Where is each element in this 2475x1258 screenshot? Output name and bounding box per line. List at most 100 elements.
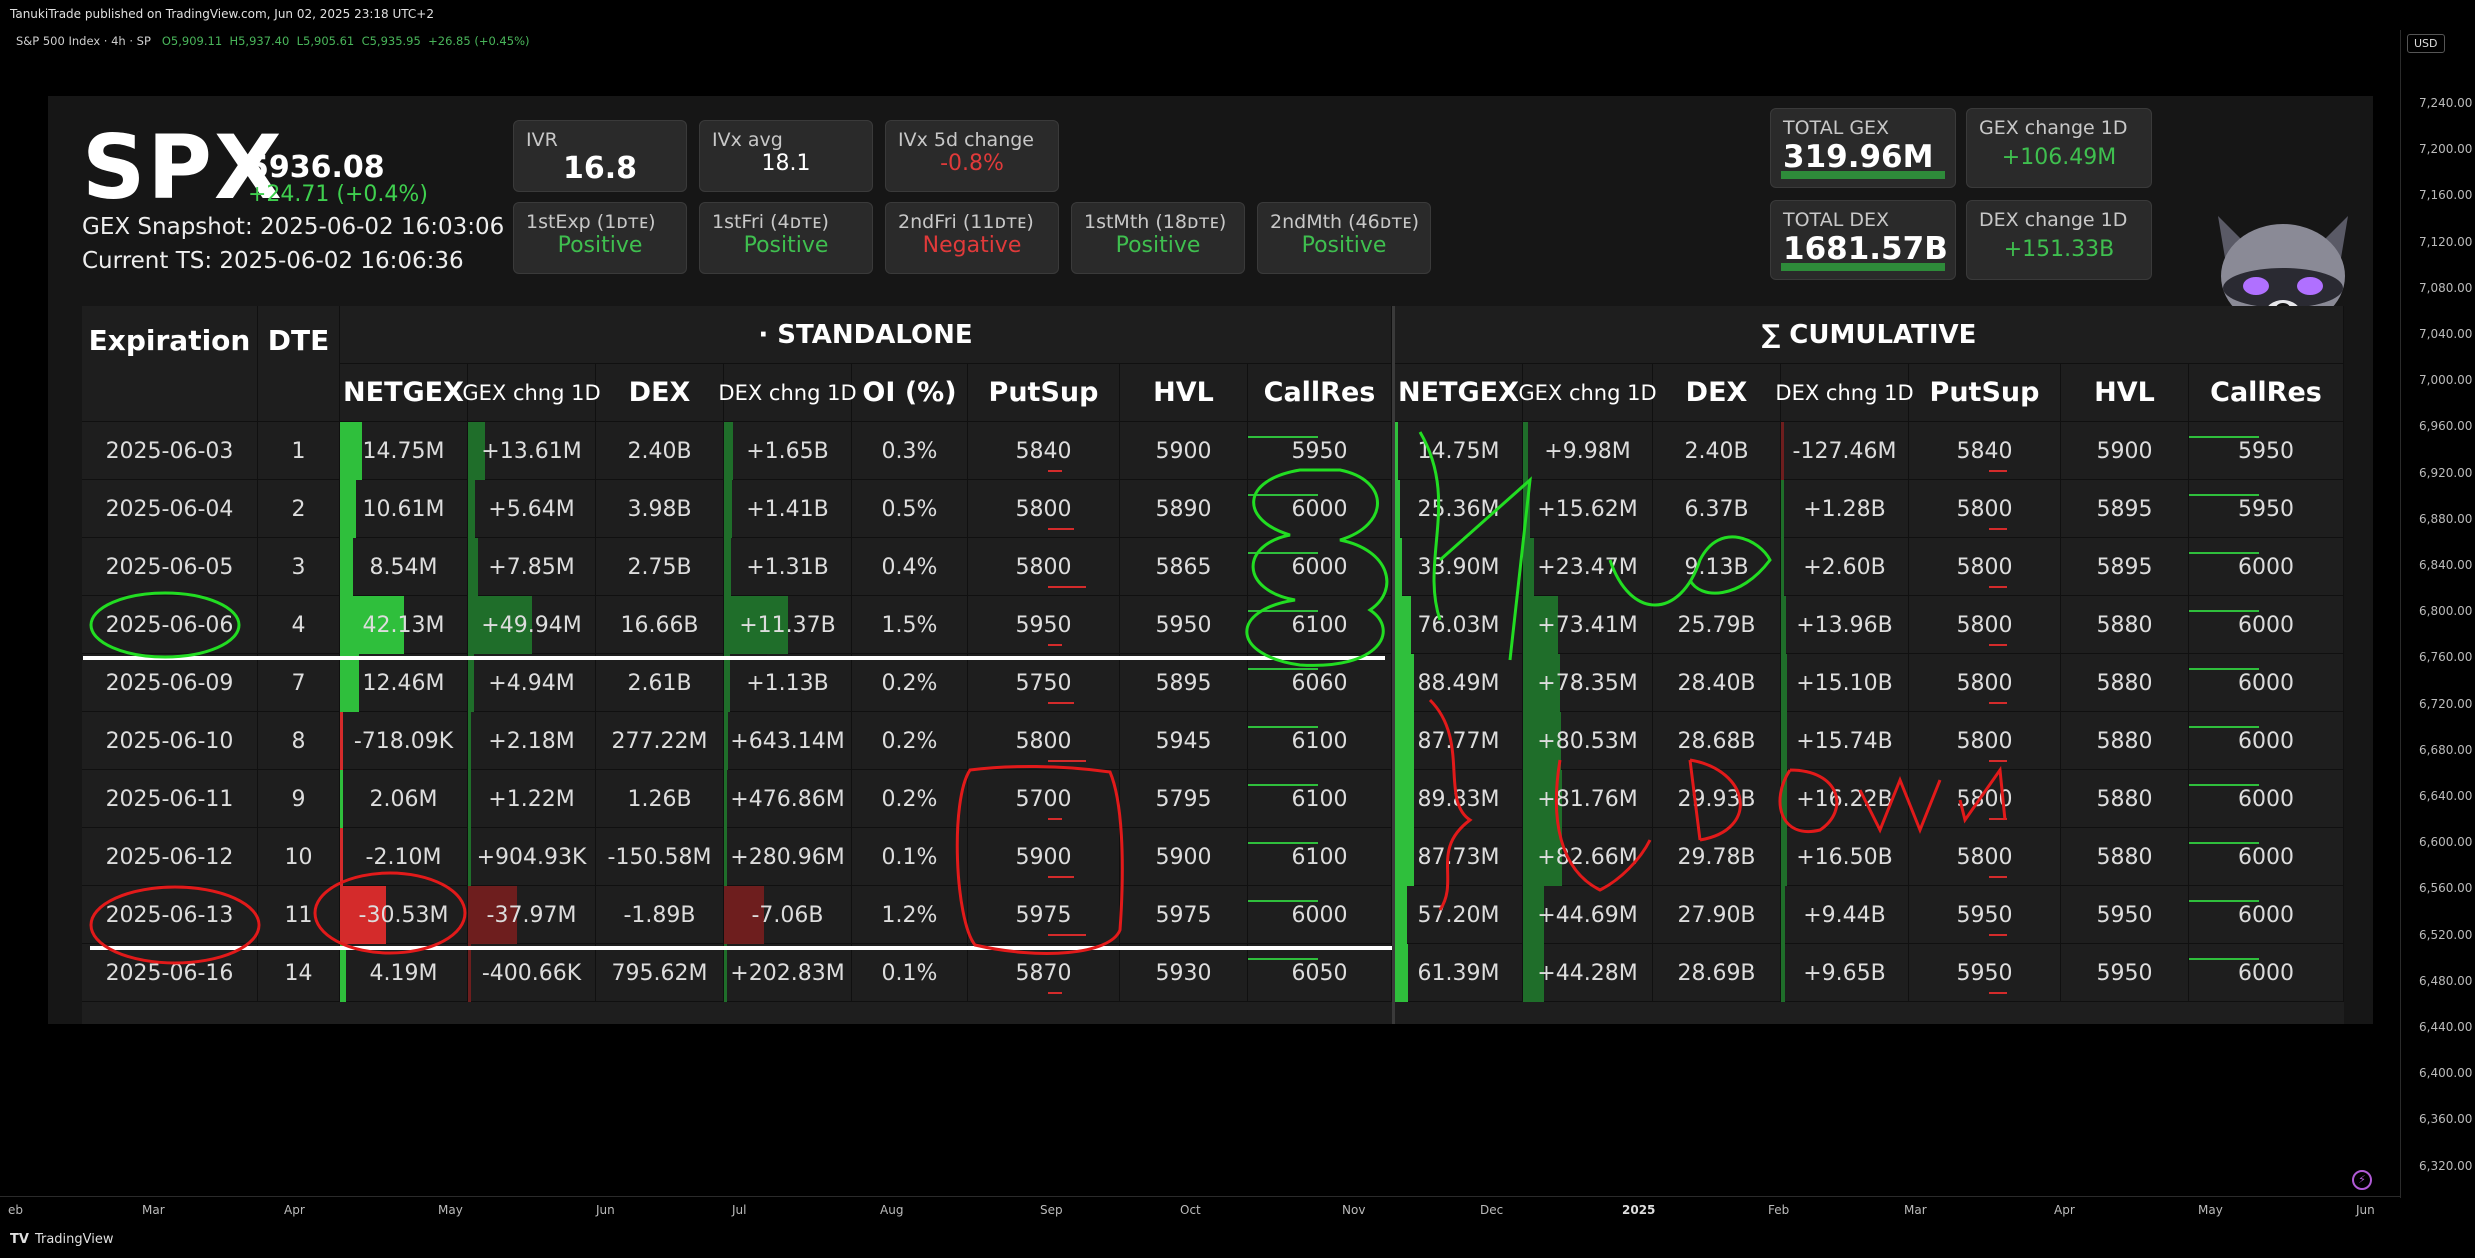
value-bar [1395,770,1415,828]
ticker-price: 5936.08 [248,150,385,185]
table-cell: +13.61M [468,422,596,480]
table-cell: 6000 [2189,944,2344,1002]
table-cell: 5950 [968,596,1120,654]
table-cell: 2025-06-10 [82,712,258,770]
total-gex-value: 319.96M [1783,139,1934,175]
table-row[interactable]: 2025-06-10 8 -718.09K +2.18M 277.22M +643.14M… [82,712,2344,770]
table-row[interactable]: 2025-06-12 10 -2.10M +904.93K -150.58M +280.9… [82,828,2344,886]
table-row[interactable]: 2025-06-09 7 12.46M +4.94M 2.61B +1.13B 0.2% 57… [82,654,2344,712]
time-tick: Dec [1480,1203,1504,1217]
level-marker [1048,760,1086,762]
table-cell: 6100 [1248,770,1392,828]
price-tick: 7,160.00 [2419,188,2473,203]
cell-value: 5900 [2096,438,2153,464]
table-cell: 2025-06-09 [82,654,258,712]
currency-button[interactable]: USD [2407,34,2445,53]
level-marker [1989,644,2007,646]
cell-value: -7.06B [751,902,824,928]
cell-value: +1.22M [488,786,575,812]
table-cell: -2.10M [340,828,468,886]
table-row[interactable]: 2025-06-04 2 10.61M +5.64M 3.98B +1.41B 0.5% 58… [82,480,2344,538]
time-tick: Mar [142,1203,165,1217]
cell-value: 5800 [1956,786,2013,812]
table-cell: 6000 [2189,886,2344,944]
table-cell: 14.75M [1395,422,1523,480]
gex-snapshot-time: GEX Snapshot: 2025-06-02 16:03:06 [82,214,505,240]
table-cell: 89.83M [1395,770,1523,828]
table-cell: 6000 [2189,712,2344,770]
cell-value: 6000 [2238,844,2294,870]
cell-value: 5795 [1155,786,1212,812]
table-row[interactable]: 2025-06-13 11 -30.53M -37.97M -1.89B -7.06B 1.… [82,886,2344,944]
table-cell: 5880 [2061,712,2189,770]
table-cell: -37.97M [468,886,596,944]
table-cell: 5950 [1120,596,1248,654]
table-row[interactable]: 2025-06-11 9 2.06M +1.22M 1.26B +476.86M 0.2% 5… [82,770,2344,828]
table-row[interactable]: 2025-06-16 14 4.19M -400.66K 795.62M +202.83M… [82,944,2344,1002]
cell-value: -718.09K [353,728,454,754]
table-cell: 29.78B [1653,828,1781,886]
cell-value: 9 [291,786,306,812]
table-cell: 795.62M [596,944,724,1002]
table-cell: +15.74B [1781,712,1909,770]
cell-value: +44.28M [1537,960,1638,986]
value-bar [468,538,479,596]
value-bar [340,828,344,886]
table-row[interactable]: 2025-06-05 3 8.54M +7.85M 2.75B +1.31B 0.4% 580… [82,538,2344,596]
table-cell: 0.3% [852,422,968,480]
cell-value: 2.61B [627,670,692,696]
cell-value: 14.75M [1417,438,1500,464]
cell-value: 28.68B [1677,728,1756,754]
ohlc-high: H5,937.40 [229,34,290,48]
cell-value: 5975 [1155,902,1212,928]
table-cell: 2025-06-03 [82,422,258,480]
table-cell: +4.94M [468,654,596,712]
cell-value: +1.28B [1803,496,1886,522]
table-cell: +78.35M [1523,654,1653,712]
cell-value: 6050 [1291,960,1348,986]
cell-value: 6060 [1291,670,1348,696]
cell-value: +49.94M [481,612,582,638]
time-tick: May [438,1203,463,1217]
dex-change-box: DEX change 1D +151.33B [1966,200,2152,280]
cell-value: +13.96B [1796,612,1893,638]
level-marker [1989,586,2007,588]
tradingview-brand[interactable]: TV TradingView [10,1232,113,1247]
table-cell: 5800 [968,480,1120,538]
total-dex-label: TOTAL DEX [1783,209,1889,231]
table-cell: 0.2% [852,770,968,828]
cell-value: 5865 [1155,554,1212,580]
cell-value: 5950 [1155,612,1212,638]
cell-value: 1.26B [627,786,692,812]
ivx-avg-value: 18.1 [761,151,811,176]
exp-label: 1stFri (4ᴅᴛᴇ) [712,211,829,233]
value-bar [724,828,727,886]
table-cell: 4 [258,596,340,654]
time-tick: eb [8,1203,23,1217]
table-cell: 5890 [1120,480,1248,538]
cell-value: 4.19M [369,960,438,986]
price-tick: 6,320.00 [2419,1158,2473,1173]
table-row[interactable]: 2025-06-03 1 14.75M +13.61M 2.40B +1.65B 0.3% 5… [82,422,2344,480]
cell-value: 2.40B [1684,438,1749,464]
cell-value: 33.90M [1417,554,1500,580]
table-cell: 1.26B [596,770,724,828]
table-cell: +49.94M [468,596,596,654]
price-axis[interactable]: USD 7,240.00 7,200.00 7,160.00 7,120.00 7,08… [2400,30,2475,1198]
cell-value: 27.90B [1677,902,1756,928]
time-tick: 2025 [1622,1203,1656,1217]
cell-value: 6100 [1291,844,1348,870]
cell-value: +202.83M [730,960,845,986]
time-axis[interactable]: eb Mar Apr May Jun Jul Aug Sep Oct Nov Dec 2025 Feb M… [0,1196,2400,1224]
cell-value: 0.1% [881,844,938,870]
cell-value: 9.13B [1684,554,1749,580]
cell-value: -127.46M [1792,438,1897,464]
table-cell: 5950 [1909,886,2061,944]
column-header: DEX chng 1D [1775,364,1914,422]
lightning-icon[interactable]: ⚡ [2352,1170,2372,1190]
table-cell: 5950 [2189,480,2344,538]
cell-value: 5895 [2096,554,2153,580]
table-row[interactable]: 2025-06-06 4 42.13M +49.94M 16.66B +11.37B 1.5… [82,596,2344,654]
price-tick: 7,200.00 [2419,142,2473,157]
cell-value: 7 [291,670,306,696]
